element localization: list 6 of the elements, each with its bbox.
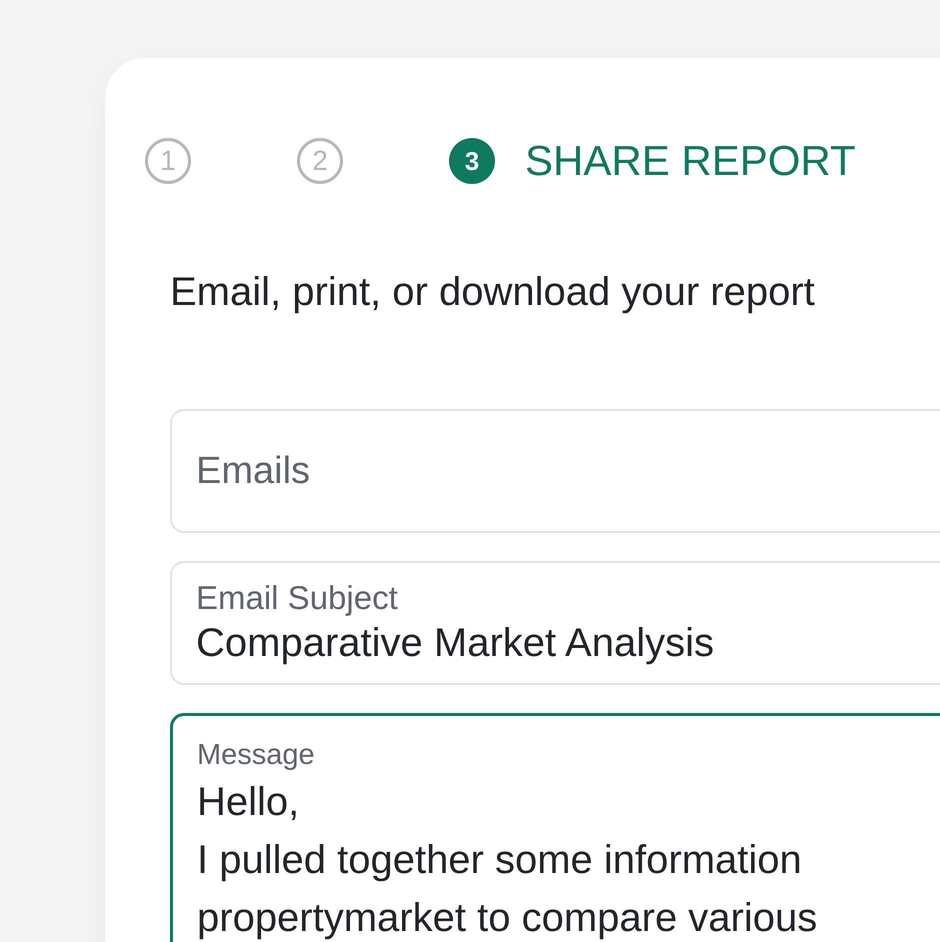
step-title: SHARE REPORT [525,137,856,185]
input-field[interactable]: Emails [170,409,940,533]
input-field[interactable]: Email Subject Comparative Market Analysis [170,561,940,685]
message-field[interactable]: Message Hello, I pulled together some information propertymarket to compare various [170,713,940,942]
step-indicator[interactable]: 3 [449,138,495,184]
subtitle: Email, print, or download your report [170,270,816,315]
